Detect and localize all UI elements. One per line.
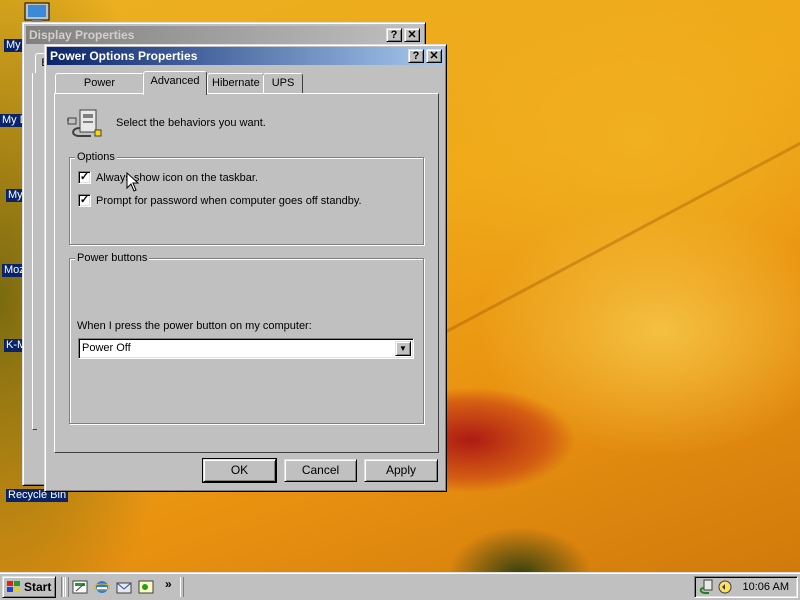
power-buttons-group-title: Power buttons <box>75 252 150 264</box>
show-icon-checkbox[interactable]: ✓ <box>78 171 91 184</box>
system-tray: 10:06 AM <box>694 576 798 598</box>
start-button[interactable]: Start <box>2 576 56 598</box>
cancel-button[interactable]: Cancel <box>284 459 357 482</box>
tab-ups[interactable]: UPS <box>263 73 303 93</box>
volume-tray-icon[interactable] <box>717 579 733 595</box>
tab-power-schemes[interactable]: Power Schemes <box>55 73 144 107</box>
power-options-titlebar[interactable]: Power Options Properties ? ✕ <box>47 47 444 65</box>
tab-hibernate[interactable]: Hibernate <box>207 73 264 93</box>
windows-logo-icon <box>7 581 20 592</box>
outlook-express-icon[interactable] <box>116 579 132 595</box>
desktop-icon-label[interactable]: My <box>4 39 23 52</box>
intro-text: Select the behaviors you want. <box>116 117 266 129</box>
help-button[interactable]: ? <box>386 28 402 42</box>
quicklaunch-grip <box>65 577 69 597</box>
help-button[interactable]: ? <box>408 49 424 63</box>
power-button-prompt: When I press the power button on my comp… <box>77 320 312 332</box>
apply-button[interactable]: Apply <box>364 459 438 482</box>
close-button[interactable]: ✕ <box>404 28 420 42</box>
quicklaunch-divider <box>61 577 64 597</box>
clock: 10:06 AM <box>742 581 789 593</box>
start-label: Start <box>24 580 52 594</box>
show-desktop-icon[interactable] <box>72 579 88 595</box>
window-title: Display Properties <box>29 28 135 42</box>
ok-button[interactable]: OK <box>202 458 277 483</box>
mouse-cursor-icon <box>126 172 140 192</box>
display-properties-titlebar[interactable]: Display Properties ? ✕ <box>26 26 422 44</box>
internet-explorer-icon[interactable] <box>94 579 110 595</box>
wallpaper-petal-vein <box>389 31 800 363</box>
display-panel-edge <box>32 73 37 430</box>
tab-advanced[interactable]: Advanced <box>143 71 207 95</box>
prompt-password-label[interactable]: Prompt for password when computer goes o… <box>96 195 362 207</box>
power-plug-icon <box>67 109 102 137</box>
channels-icon[interactable] <box>138 579 154 595</box>
quicklaunch-end-divider <box>180 577 184 597</box>
show-icon-label[interactable]: Always show icon on the taskbar. <box>96 172 258 184</box>
quicklaunch-more-chevron[interactable]: » <box>165 577 172 591</box>
power-plug-tray-icon[interactable] <box>699 579 715 595</box>
options-group-title: Options <box>75 151 117 163</box>
dropdown-arrow-icon[interactable]: ▼ <box>395 341 411 356</box>
window-title: Power Options Properties <box>50 49 198 63</box>
selected-value: Power Off <box>82 342 131 354</box>
advanced-tab-panel: Select the behaviors you want. Options ✓… <box>54 93 439 453</box>
prompt-password-checkbox[interactable]: ✓ <box>78 194 91 207</box>
computer-icon[interactable] <box>24 2 50 24</box>
close-button[interactable]: ✕ <box>426 49 442 63</box>
taskbar: Start » 10:06 AM <box>0 572 800 600</box>
power-button-action-select[interactable]: Power Off ▼ <box>78 338 414 359</box>
